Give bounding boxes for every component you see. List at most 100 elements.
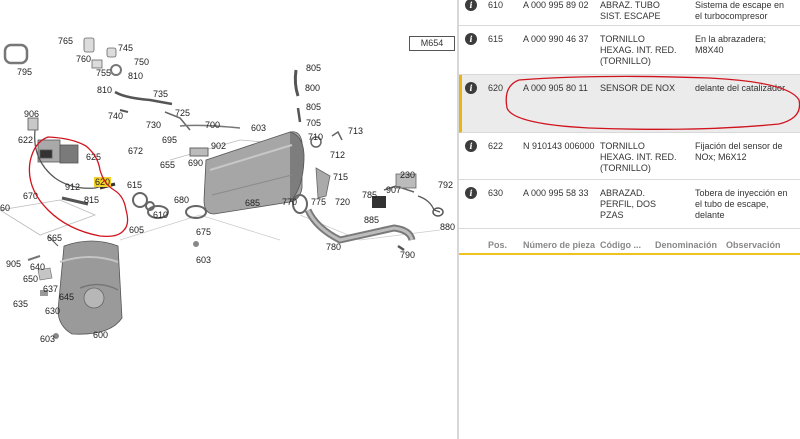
diagram-drawing	[0, 37, 444, 339]
callout-675[interactable]: 675	[196, 227, 211, 237]
callout-785[interactable]: 785	[362, 190, 377, 200]
row-observation: En la abrazadera; M8X40	[695, 34, 767, 55]
callout-670[interactable]: 670	[23, 191, 38, 201]
callout-740[interactable]: 740	[108, 111, 123, 121]
callout-805[interactable]: 805	[306, 63, 321, 73]
callout-672[interactable]: 672	[128, 146, 143, 156]
row-observation: Fijación del sensor de NOx; M6X12	[695, 141, 783, 162]
callout-905[interactable]: 905	[6, 259, 21, 269]
callout-906[interactable]: 906	[24, 109, 39, 119]
callout-610[interactable]: 610	[153, 210, 168, 220]
callout-795[interactable]: 795	[17, 67, 32, 77]
callout-815[interactable]: 815	[84, 195, 99, 205]
callout-720[interactable]: 720	[335, 197, 350, 207]
callout-907[interactable]: 907	[386, 185, 401, 195]
callout-710[interactable]: 710	[308, 132, 323, 142]
row-observation: Tobera de inyección en el tubo de escape…	[695, 188, 788, 220]
parts-table-header: Pos. Número de pieza Código ... Denomina…	[459, 236, 800, 255]
callout-800[interactable]: 800	[305, 83, 320, 93]
parts-list-panel: i 610 A 000 995 89 02 ABRAZ. TUBO SIST. ESC…	[459, 0, 800, 439]
row-part-number[interactable]: A 000 995 58 33	[523, 188, 589, 199]
header-part-number[interactable]: Número de pieza	[523, 240, 595, 250]
callout-700[interactable]: 700	[205, 120, 220, 130]
callout-755[interactable]: 755	[96, 68, 111, 78]
callout-690[interactable]: 690	[188, 158, 203, 168]
header-code[interactable]: Código ...	[600, 240, 641, 250]
callout-715[interactable]: 715	[333, 172, 348, 182]
table-row[interactable]: i 630 A 000 995 58 33 ABRAZAD. PERFIL, DOS …	[459, 180, 800, 229]
callout-765[interactable]: 765	[58, 36, 73, 46]
callout-902[interactable]: 902	[211, 141, 226, 151]
callout-760[interactable]: 760	[76, 54, 91, 64]
callout-885[interactable]: 885	[364, 215, 379, 225]
callout-725[interactable]: 725	[175, 108, 190, 118]
callout-745[interactable]: 745	[118, 43, 133, 53]
header-position[interactable]: Pos.	[488, 240, 507, 250]
callout-637[interactable]: 637	[43, 284, 58, 294]
callout-705[interactable]: 705	[306, 118, 321, 128]
callout-805[interactable]: 805	[306, 102, 321, 112]
callout-790[interactable]: 790	[400, 250, 415, 260]
info-icon[interactable]: i	[465, 0, 477, 11]
info-icon[interactable]: i	[465, 140, 477, 152]
row-part-number[interactable]: A 000 990 46 37	[523, 34, 589, 45]
row-part-number[interactable]: N 910143 006000	[523, 141, 595, 152]
callout-603[interactable]: 603	[196, 255, 211, 265]
callout-655[interactable]: 655	[160, 160, 175, 170]
exploded-parts-diagram[interactable]: M654 765 745 760 750 755 810 795 810 735 740 725 73…	[0, 0, 457, 439]
row-denomination: ABRAZ. TUBO SIST. ESCAPE	[600, 0, 661, 21]
info-icon[interactable]: i	[465, 82, 477, 94]
header-observation[interactable]: Observación	[726, 240, 781, 250]
callout-650[interactable]: 650	[23, 274, 38, 284]
callout-605[interactable]: 605	[129, 225, 144, 235]
callout-630[interactable]: 630	[45, 306, 60, 316]
header-denomination[interactable]: Denominación	[655, 240, 717, 250]
callout-635[interactable]: 635	[13, 299, 28, 309]
callout-230[interactable]: 230	[400, 170, 415, 180]
info-icon[interactable]: i	[465, 187, 477, 199]
row-position: 620	[488, 83, 504, 93]
callout-770[interactable]: 770	[282, 197, 297, 207]
row-part-number[interactable]: A 000 995 89 02	[523, 0, 589, 11]
callout-792[interactable]: 792	[438, 180, 453, 190]
row-position: 615	[488, 34, 504, 44]
callout-810[interactable]: 810	[97, 85, 112, 95]
callout-665[interactable]: 665	[47, 233, 62, 243]
callout-640[interactable]: 640	[30, 262, 45, 272]
table-row[interactable]: i 620 A 000 905 80 11 SENSOR DE NOX delante …	[459, 75, 800, 133]
row-part-number[interactable]: A 000 905 80 11	[523, 83, 588, 94]
row-observation: Sistema de escape en el turbocompresor	[695, 0, 785, 21]
callout-880[interactable]: 880	[440, 222, 455, 232]
callout-695[interactable]: 695	[162, 135, 177, 145]
callout-622[interactable]: 622	[18, 135, 33, 145]
callout-600[interactable]: 600	[93, 330, 108, 340]
callout-712[interactable]: 712	[330, 150, 345, 160]
callout-713[interactable]: 713	[348, 126, 363, 136]
callout-620[interactable]: 620	[94, 177, 112, 187]
row-position: 622	[488, 141, 504, 151]
callout-603[interactable]: 603	[40, 334, 55, 344]
callout-735[interactable]: 735	[153, 89, 168, 99]
callout-750[interactable]: 750	[134, 57, 149, 67]
callout-615[interactable]: 615	[127, 180, 142, 190]
callout-780[interactable]: 780	[326, 242, 341, 252]
callout-680[interactable]: 680	[174, 195, 189, 205]
callout-775[interactable]: 775	[311, 197, 326, 207]
callout-810[interactable]: 810	[128, 71, 143, 81]
row-position: 630	[488, 188, 504, 198]
callout-60[interactable]: 60	[0, 203, 10, 213]
callout-603[interactable]: 603	[251, 123, 266, 133]
table-row[interactable]: i 615 A 000 990 46 37 TORNILLO HEXAG. INT. …	[459, 26, 800, 75]
callout-685[interactable]: 685	[245, 198, 260, 208]
engine-model-badge: M654	[409, 36, 455, 51]
table-row[interactable]: i 622 N 910143 006000 TORNILLO HEXAG. INT. …	[459, 133, 800, 180]
callout-730[interactable]: 730	[146, 120, 161, 130]
callout-912[interactable]: 912	[65, 182, 80, 192]
row-denomination: ABRAZAD. PERFIL, DOS PZAS	[600, 188, 657, 220]
callout-645[interactable]: 645	[59, 292, 74, 302]
info-icon[interactable]: i	[465, 33, 477, 45]
table-row[interactable]: i 610 A 000 995 89 02 ABRAZ. TUBO SIST. ESC…	[459, 0, 800, 26]
row-denomination: TORNILLO HEXAG. INT. RED. (TORNILLO)	[600, 34, 677, 66]
row-position: 610	[488, 0, 504, 10]
callout-625[interactable]: 625	[86, 152, 101, 162]
